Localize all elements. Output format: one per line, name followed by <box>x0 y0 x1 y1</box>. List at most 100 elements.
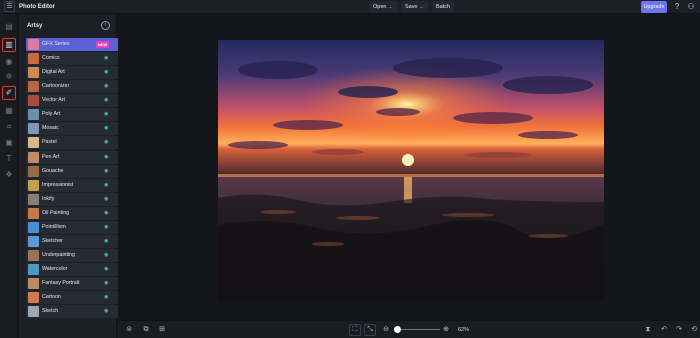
effect-item[interactable]: Pointillism ◉ <box>26 220 130 234</box>
effect-item[interactable]: Pastel ◉ <box>26 136 130 150</box>
effect-item[interactable]: Cartoonizer ◉ <box>26 80 130 94</box>
bottom-bar: ⊜ ⧉ ⊞ ⛶ ⤡ ⊖ ⊕ 62% ⧗ ↶ ↷ ⟲ <box>118 320 700 338</box>
preview-eye-icon[interactable]: ◉ <box>104 179 108 192</box>
graphics-icon[interactable]: ❖ <box>2 168 16 182</box>
redo-icon[interactable]: ↷ <box>673 324 685 336</box>
effect-label: Underpainting <box>42 251 75 258</box>
save-button[interactable]: Save ⌄ <box>401 1 428 13</box>
effect-item[interactable]: Underpainting ◉ <box>26 248 130 262</box>
artsy-brush-icon[interactable]: ✐ <box>2 86 16 100</box>
preview-eye-icon[interactable]: ◉ <box>104 291 108 304</box>
effect-label: Digital Art <box>42 69 65 76</box>
preview-eye-icon[interactable]: ◉ <box>104 263 108 276</box>
zoom-in-icon[interactable]: ⊕ <box>440 324 452 336</box>
batch-button[interactable]: Batch <box>432 1 455 13</box>
chevron-down-icon: ⌄ <box>388 4 393 10</box>
layout-icon[interactable]: ▤ <box>2 20 16 34</box>
effect-label: Gouache <box>42 167 64 174</box>
preview-eye-icon[interactable]: ◉ <box>104 305 108 318</box>
effect-item[interactable]: Cartoon ◉ <box>26 291 130 305</box>
zoom-slider-handle[interactable] <box>394 326 401 333</box>
panel-title: Artsy <box>27 23 43 29</box>
effect-thumbnail <box>28 95 39 107</box>
preview-eye-icon[interactable]: ◉ <box>104 108 108 121</box>
effect-label: Cartoonizer <box>42 83 70 90</box>
effect-item[interactable]: GFX Series NEW <box>26 38 130 51</box>
preview-eye-icon[interactable]: ◉ <box>104 122 108 135</box>
preview-eye-icon[interactable]: ◉ <box>104 80 108 93</box>
text-icon[interactable]: T <box>2 152 16 166</box>
preview-eye-icon[interactable]: ◉ <box>104 207 108 220</box>
preview-eye-icon[interactable]: ◉ <box>104 94 108 107</box>
effect-item[interactable]: Watercolor ◉ <box>26 263 130 276</box>
preview-eye-icon[interactable]: ◉ <box>104 249 108 262</box>
preview-eye-icon[interactable]: ◉ <box>104 165 108 178</box>
effect-thumbnail <box>28 292 39 304</box>
effect-item[interactable]: Sketcher ◉ <box>26 234 130 248</box>
compare-icon[interactable]: ⧗ <box>642 324 654 336</box>
preview-eye-icon[interactable]: ◉ <box>104 235 108 248</box>
preview-eye-icon[interactable]: ◉ <box>104 52 108 65</box>
eye-icon[interactable]: ◉ <box>2 55 16 69</box>
effect-item[interactable]: Digital Art ◉ <box>26 66 130 80</box>
zoom-slider[interactable] <box>396 329 440 330</box>
history-icon[interactable]: ⧉ <box>140 324 152 336</box>
effect-item[interactable]: Inkify ◉ <box>26 192 130 206</box>
effect-item[interactable]: Mosaic ◉ <box>26 122 130 136</box>
effect-thumbnail <box>28 137 39 149</box>
effect-label: Vector Art <box>42 97 65 104</box>
effect-item[interactable]: Sketch ◉ <box>26 305 130 319</box>
frame-icon[interactable]: ▣ <box>2 136 16 150</box>
shapes-icon[interactable]: ✲ <box>2 70 16 84</box>
menu-icon[interactable]: ☰ <box>4 1 15 12</box>
upgrade-button[interactable]: Upgrade <box>641 1 667 13</box>
effect-item[interactable]: Gouache ◉ <box>26 164 130 178</box>
preview-eye-icon[interactable]: ◉ <box>104 221 108 234</box>
effect-thumbnail <box>28 151 39 163</box>
effect-label: Sketcher <box>42 237 63 244</box>
effect-label: Pastel <box>42 139 57 146</box>
open-button[interactable]: Open ⌄ <box>369 1 397 13</box>
layers-icon[interactable]: ▦ <box>2 104 16 118</box>
effect-item[interactable]: Oil Painting ◉ <box>26 206 130 220</box>
effect-label: Pointillism <box>42 223 66 230</box>
user-icon[interactable]: ⚇ <box>685 1 697 13</box>
effect-item[interactable]: Fantasy Portrait ◉ <box>26 277 130 291</box>
chevron-down-icon: ⌄ <box>419 4 424 10</box>
effect-label: Sketch <box>42 308 59 315</box>
effect-thumbnail <box>28 235 39 247</box>
info-icon[interactable]: i <box>101 21 110 30</box>
crop-icon[interactable]: ⌗ <box>2 120 16 134</box>
effect-thumbnail <box>28 207 39 219</box>
preview-eye-icon[interactable]: ◉ <box>104 66 108 79</box>
photo-canvas[interactable] <box>218 40 604 301</box>
effect-thumbnail <box>28 249 39 261</box>
preview-eye-icon[interactable]: ◉ <box>104 277 108 290</box>
app-title: Photo Editor <box>19 4 55 10</box>
zoom-out-icon[interactable]: ⊖ <box>380 324 392 336</box>
effect-thumbnail <box>28 109 39 121</box>
help-icon[interactable]: ? <box>671 1 683 13</box>
effect-item[interactable]: Impressionist ◉ <box>26 178 130 192</box>
effect-thumbnail <box>28 221 39 233</box>
effect-thumbnail <box>28 81 39 93</box>
grid-icon[interactable]: ⊞ <box>156 324 168 336</box>
layers-toggle-icon[interactable]: ⊜ <box>123 324 135 336</box>
effect-label: Impressionist <box>42 181 74 188</box>
preview-eye-icon[interactable]: ◉ <box>104 136 108 149</box>
reset-icon[interactable]: ⟲ <box>688 324 700 336</box>
effect-thumbnail <box>28 278 39 290</box>
image-effects-icon[interactable]: ▥ <box>2 38 16 52</box>
preview-eye-icon[interactable]: ◉ <box>104 193 108 206</box>
effect-item[interactable]: Vector Art ◉ <box>26 94 130 108</box>
effects-list: GFX Series NEW Comics ◉ Digital Art ◉ Cartooni… <box>26 38 130 319</box>
actual-size-icon[interactable]: ⤡ <box>364 324 376 336</box>
preview-eye-icon[interactable]: ◉ <box>104 151 108 164</box>
effect-item[interactable]: Poly Art ◉ <box>26 108 130 122</box>
undo-icon[interactable]: ↶ <box>658 324 670 336</box>
effect-thumbnail <box>28 53 39 65</box>
effect-item[interactable]: Comics ◉ <box>26 52 130 66</box>
fit-screen-icon[interactable]: ⛶ <box>349 324 361 336</box>
effect-thumbnail <box>28 123 39 135</box>
effect-item[interactable]: Pen Art ◉ <box>26 150 130 164</box>
